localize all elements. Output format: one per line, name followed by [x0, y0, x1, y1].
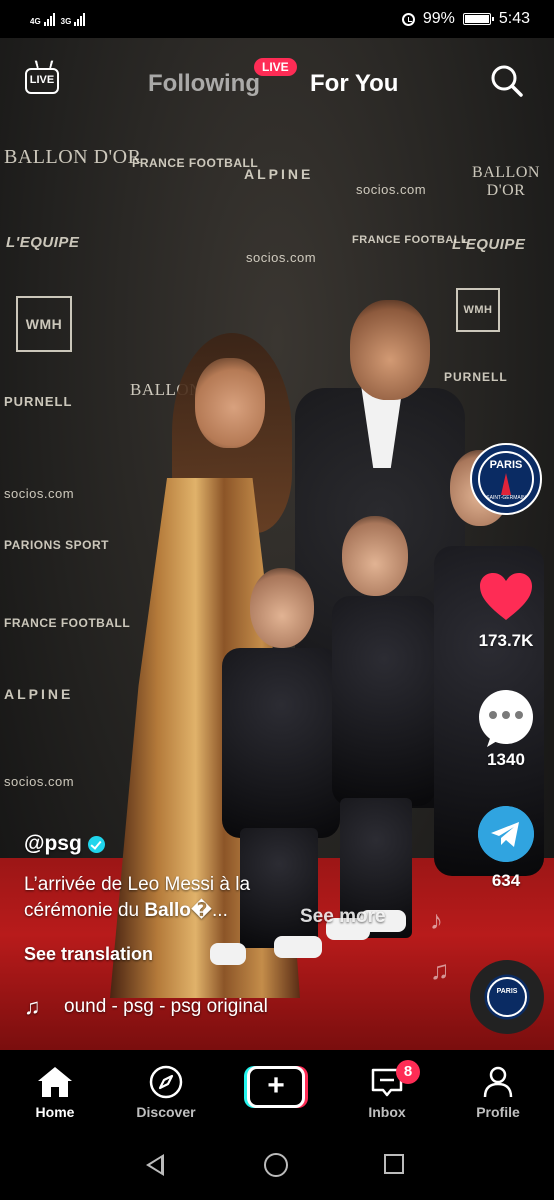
child-left-shoe [210, 943, 246, 965]
tab-home[interactable]: Home [10, 1064, 100, 1120]
see-more-link[interactable]: See more [300, 906, 386, 928]
signal-3g-icon: 3G [60, 12, 86, 26]
home-icon [38, 1067, 72, 1097]
status-bar: 4G 3G 99% 5:43 [0, 0, 554, 38]
backdrop-logo-alpine: ALPINE [244, 166, 314, 182]
creator-username[interactable]: @psg [24, 832, 105, 856]
battery-icon [462, 13, 494, 25]
feed-tabs: Following LIVE For You [0, 58, 554, 104]
backdrop-logo-france-football: FRANCE FOOTBALL [132, 156, 259, 170]
backdrop-logo-france-football-3: FRANCE FOOTBALL [4, 616, 131, 630]
woman-face [195, 358, 265, 448]
compass-icon [149, 1065, 183, 1099]
backdrop-logo-purnell-2: PURNELL [444, 370, 508, 384]
tab-discover[interactable]: Discover [121, 1064, 211, 1120]
avatar-crest-subtext: SAINT-GERMAIN [486, 495, 526, 501]
like-count: 173.7K [478, 631, 534, 650]
signal-4g-icon: 4G [30, 12, 55, 26]
child-left-shoe-2 [274, 936, 322, 958]
backdrop-logo-ballon-dor-2: BALLON D'OR [472, 164, 540, 199]
bottom-tab-bar: Home Discover + 8 Inbox Profile [0, 1050, 554, 1132]
search-icon[interactable] [490, 64, 524, 98]
backdrop-logo-lequipe: L'EQUIPE [6, 234, 80, 251]
backdrop-logo-ballon-dor: BALLON D'OR [4, 146, 142, 168]
caption-ellipsis: ... [212, 900, 228, 921]
tab-following[interactable]: Following [148, 70, 260, 98]
man-face [350, 300, 430, 400]
signal-4g-label: 4G [30, 16, 41, 26]
music-note-icon-2: ♫ [430, 955, 450, 985]
caption-line-2-text: cérémonie du [24, 900, 145, 921]
signal-indicators: 4G 3G [30, 12, 86, 26]
signal-3g-label: 3G [60, 16, 72, 26]
system-navigation-bar [0, 1132, 554, 1200]
backdrop-logo-socios: socios.com [356, 182, 427, 197]
backdrop-logo-france-football-2: FRANCE FOOTBALL [352, 234, 469, 246]
sound-disc[interactable]: PARIS [470, 960, 544, 1034]
backdrop-logo-purnell: PURNELL [4, 394, 73, 409]
backdrop-logo-parions-sport: PARIONS SPORT [4, 538, 109, 552]
backdrop-logo-lequipe-2: L'EQUIPE [452, 236, 526, 253]
caption-line-1: L’arrivée de Leo Messi à la [24, 874, 251, 895]
tab-for-you[interactable]: For You [310, 70, 398, 98]
caption-line-2-bold: Ballo� [144, 900, 213, 921]
sound-disc-label: PARIS [496, 988, 518, 995]
battery-percent: 99% [422, 10, 455, 27]
username-text: @psg [24, 832, 82, 855]
create-button[interactable]: + [244, 1066, 308, 1108]
comment-button[interactable]: 1340 [474, 690, 538, 770]
child-middle-jacket [332, 596, 436, 806]
telegram-share-icon [478, 806, 534, 862]
backdrop-logo-socios-3: socios.com [4, 486, 75, 501]
clock: 5:43 [498, 10, 530, 27]
sound-title: ound - psg - psg original [64, 996, 268, 1017]
like-button[interactable]: 173.7K [474, 572, 538, 651]
tab-home-label: Home [35, 1104, 75, 1120]
plus-icon: + [247, 1066, 305, 1108]
see-translation-link[interactable]: See translation [24, 944, 153, 965]
heart-icon [480, 573, 532, 620]
backdrop-logo-wmh-2: WMH [456, 288, 500, 332]
comment-icon [479, 690, 533, 744]
creator-avatar[interactable]: PARIS SAINT-GERMAIN [470, 443, 542, 515]
tab-inbox[interactable]: 8 Inbox [342, 1060, 432, 1120]
music-icon: ♫ [24, 994, 41, 1019]
child-left-jacket [222, 648, 340, 838]
backdrop-logo-wmh: WMH [16, 296, 72, 352]
child-middle-face [342, 516, 408, 596]
child-left-face [250, 568, 314, 648]
share-button[interactable]: 634 [474, 806, 538, 891]
recent-apps-icon[interactable] [384, 1154, 404, 1174]
backdrop-logo-alpine-2: ALPINE [4, 686, 74, 702]
verified-icon [87, 835, 105, 853]
profile-icon [483, 1066, 513, 1098]
tab-profile-label: Profile [476, 1104, 520, 1120]
backdrop-logo-socios-2: socios.com [246, 250, 317, 265]
backdrop-logo-socios-4: socios.com [4, 774, 75, 789]
share-count: 634 [491, 871, 521, 890]
alarm-icon [401, 12, 415, 26]
sound-row[interactable]: ♫ ound - psg - psg original [24, 994, 434, 1020]
tab-profile[interactable]: Profile [453, 1064, 543, 1120]
avatar-crest-text: PARIS [489, 459, 523, 471]
back-icon[interactable] [146, 1154, 164, 1176]
home-circle-icon[interactable] [264, 1153, 288, 1177]
tab-discover-label: Discover [136, 1104, 196, 1120]
inbox-badge: 8 [396, 1060, 420, 1084]
sound-disc-crest: PARIS [487, 977, 527, 1017]
live-badge[interactable]: LIVE [254, 58, 297, 76]
comment-count: 1340 [487, 750, 525, 769]
tab-inbox-label: Inbox [368, 1104, 406, 1120]
